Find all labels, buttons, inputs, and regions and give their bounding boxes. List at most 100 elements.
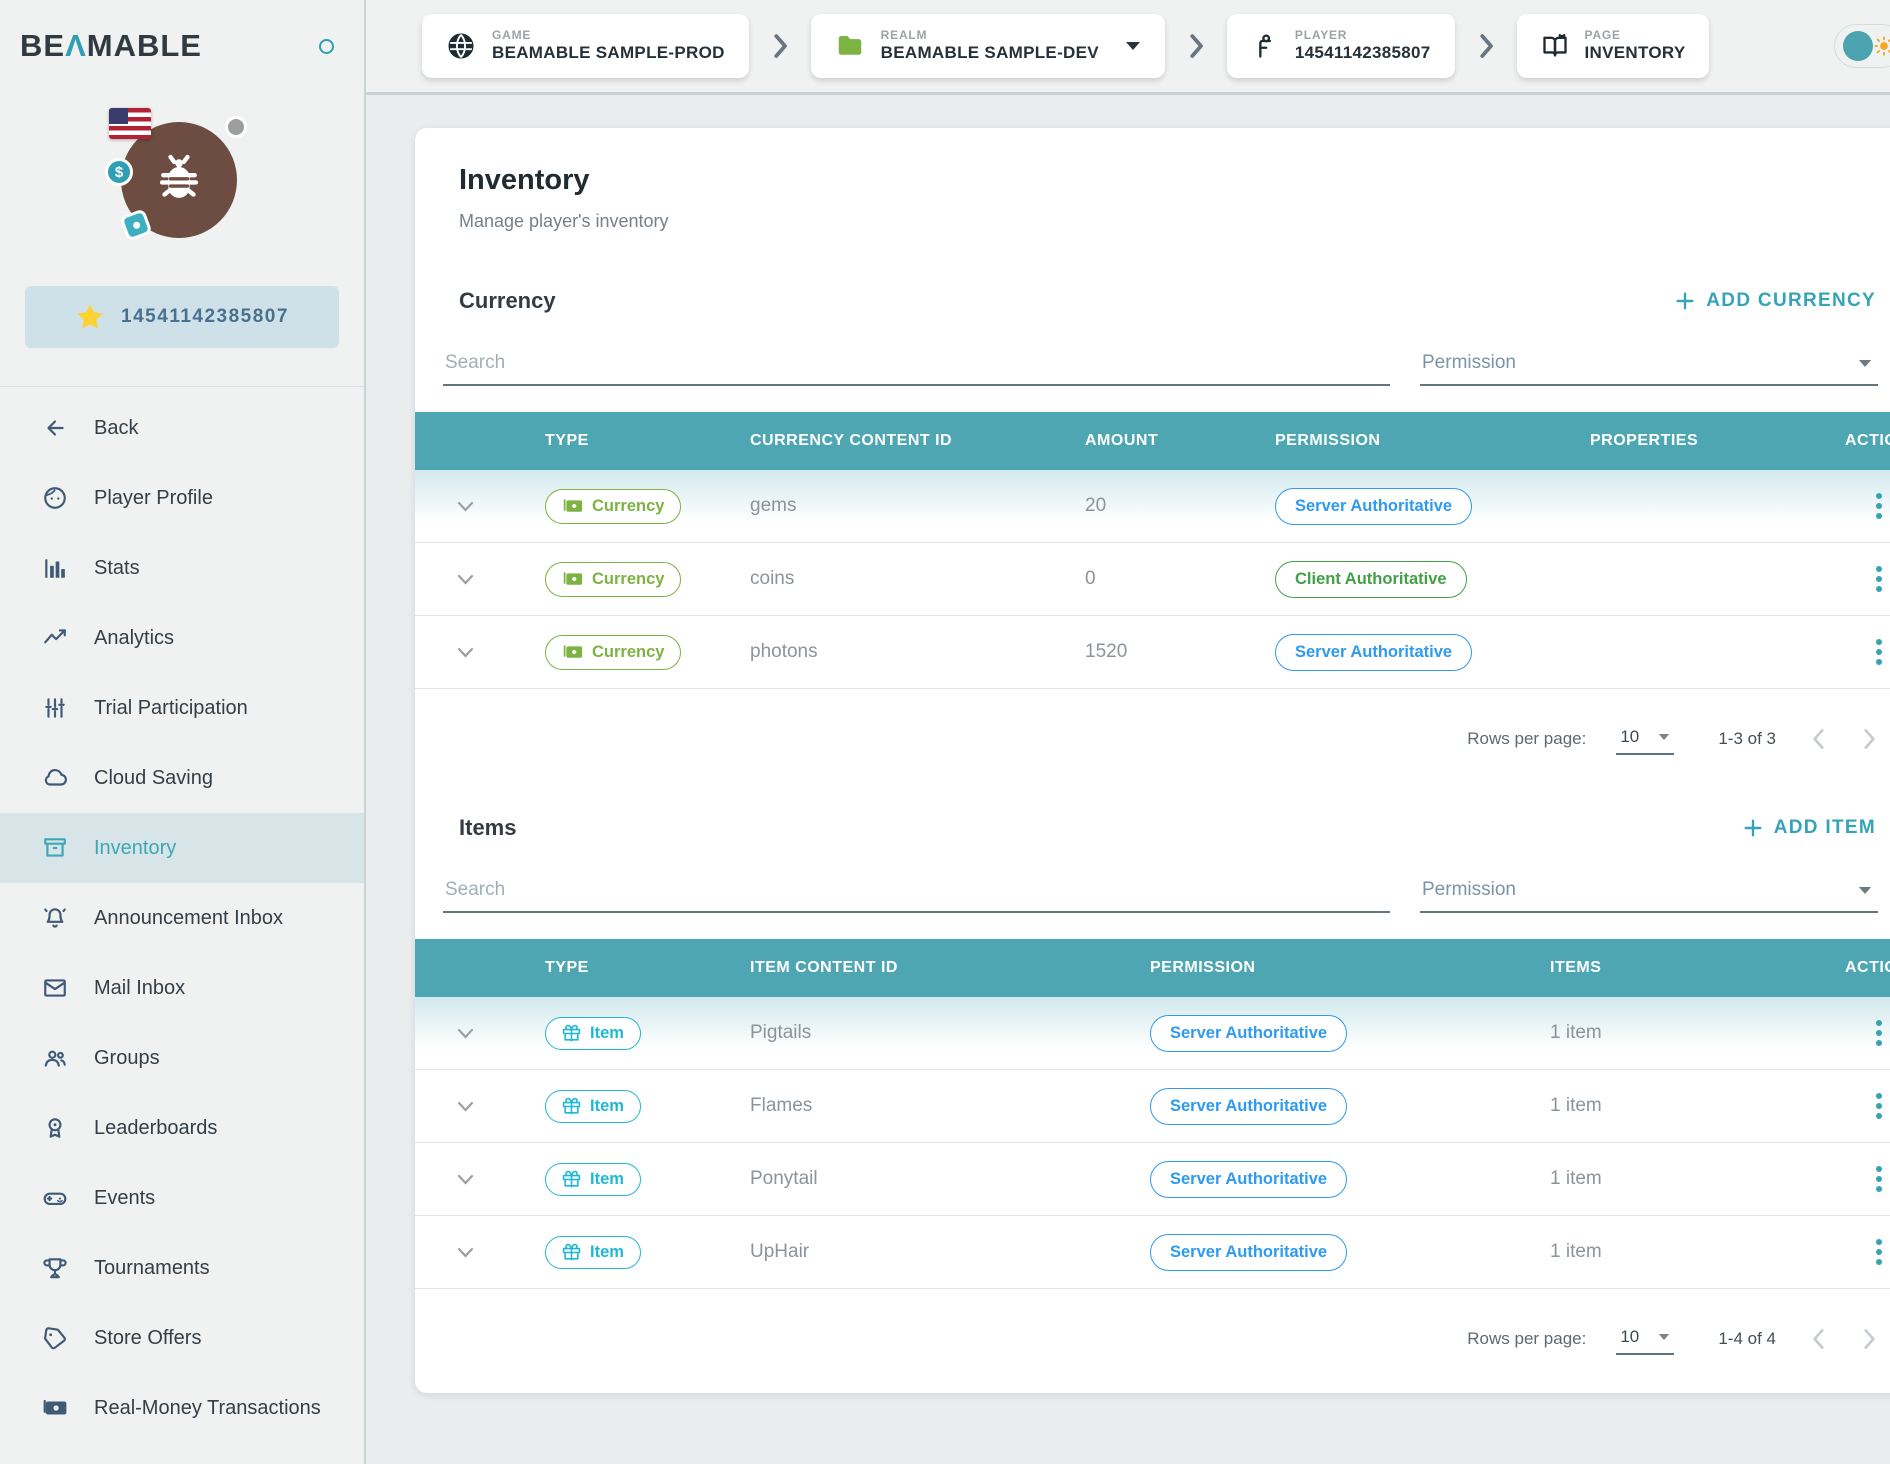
currency-section-heading: Currency xyxy=(459,288,556,314)
gift-icon xyxy=(562,1097,581,1116)
row-actions-menu-button[interactable] xyxy=(1815,1093,1890,1119)
chevron-right-icon xyxy=(1185,31,1207,61)
sidebar-item-back[interactable]: Back xyxy=(0,393,364,463)
permission-badge: Client Authoritative xyxy=(1275,561,1467,598)
row-actions-menu-button[interactable] xyxy=(1815,1020,1890,1046)
kebab-menu-icon xyxy=(1876,1166,1882,1192)
breadcrumb-realm[interactable]: REALM BEAMABLE SAMPLE-DEV xyxy=(811,14,1165,78)
theme-dark-dot xyxy=(1843,31,1873,61)
kebab-menu-icon xyxy=(1876,639,1882,665)
expand-row-button[interactable] xyxy=(415,647,515,658)
face-icon xyxy=(42,485,68,511)
caret-down-icon xyxy=(1858,886,1872,895)
chevron-down-icon xyxy=(457,501,474,512)
previous-page-button[interactable] xyxy=(1812,1326,1826,1352)
breadcrumb-page[interactable]: PAGE INVENTORY xyxy=(1517,14,1710,78)
star-icon xyxy=(75,302,105,332)
row-actions-menu-button[interactable] xyxy=(1815,1166,1890,1192)
caret-down-icon xyxy=(1658,1333,1670,1341)
items-permission-select[interactable]: Permission xyxy=(1420,871,1878,913)
currency-content-id: photons xyxy=(720,641,1055,663)
sidebar-item-stats[interactable]: Stats xyxy=(0,533,364,603)
item-content-id: Flames xyxy=(720,1095,1120,1117)
sidebar-item-store-offers[interactable]: Store Offers xyxy=(0,1303,364,1373)
sidebar-item-cloud-saving[interactable]: Cloud Saving xyxy=(0,743,364,813)
rows-per-page-label: Rows per page: xyxy=(1467,729,1586,749)
currency-table: TYPE CURRENCY CONTENT ID AMOUNT PERMISSI… xyxy=(415,412,1890,789)
kebab-menu-icon xyxy=(1876,1239,1882,1265)
currency-amount: 1520 xyxy=(1055,641,1245,663)
sidebar-item-announcement-inbox[interactable]: Announcement Inbox xyxy=(0,883,364,953)
currency-amount: 0 xyxy=(1055,568,1245,590)
theme-toggle[interactable] xyxy=(1834,24,1890,68)
caret-down-icon[interactable] xyxy=(1125,41,1141,51)
row-actions-menu-button[interactable] xyxy=(1815,493,1890,519)
sidebar-item-leaderboards[interactable]: Leaderboards xyxy=(0,1093,364,1163)
currency-type-chip: Currency xyxy=(545,489,681,524)
next-page-button[interactable] xyxy=(1862,1326,1876,1352)
arrow-left-icon xyxy=(42,415,68,441)
rows-per-page-select[interactable]: 10 xyxy=(1616,1323,1674,1355)
item-type-chip: Item xyxy=(545,1017,641,1050)
banknote-icon xyxy=(562,496,583,517)
chevron-left-icon xyxy=(1812,726,1826,752)
table-row: Currency gems 20 Server Authoritative xyxy=(415,470,1890,543)
player-avatar: $ xyxy=(107,108,257,258)
cloud-icon xyxy=(42,765,68,791)
expand-row-button[interactable] xyxy=(415,1247,515,1258)
item-count: 1 item xyxy=(1520,1241,1785,1263)
table-row: Item Ponytail Server Authoritative 1 ite… xyxy=(415,1143,1890,1216)
folder-icon xyxy=(835,31,865,61)
sidebar-item-trial-participation[interactable]: Trial Participation xyxy=(0,673,364,743)
breadcrumb-player[interactable]: PLAYER 14541142385807 xyxy=(1227,14,1455,78)
plus-icon xyxy=(1674,290,1696,312)
sidebar-item-analytics[interactable]: Analytics xyxy=(0,603,364,673)
currency-badge-icon: $ xyxy=(105,158,133,186)
sidebar-item-player-profile[interactable]: Player Profile xyxy=(0,463,364,533)
table-row: Currency coins 0 Client Authoritative xyxy=(415,543,1890,616)
row-actions-menu-button[interactable] xyxy=(1815,1239,1890,1265)
row-actions-menu-button[interactable] xyxy=(1815,639,1890,665)
items-section-heading: Items xyxy=(459,815,516,841)
pagination-range: 1-3 of 3 xyxy=(1718,729,1776,749)
expand-row-button[interactable] xyxy=(415,501,515,512)
permission-badge: Server Authoritative xyxy=(1150,1234,1347,1271)
beamable-logo: BEΛMABLE xyxy=(20,28,202,64)
content-area: Inventory Manage player's inventory Curr… xyxy=(366,95,1890,1464)
sidebar-item-real-money-transactions[interactable]: Real-Money Transactions xyxy=(0,1373,364,1443)
kebab-menu-icon xyxy=(1876,1093,1882,1119)
trend-line-icon xyxy=(42,625,68,651)
sidebar-item-tournaments[interactable]: Tournaments xyxy=(0,1233,364,1303)
currency-table-header: TYPE CURRENCY CONTENT ID AMOUNT PERMISSI… xyxy=(415,412,1890,470)
expand-row-button[interactable] xyxy=(415,1028,515,1039)
item-content-id: Pigtails xyxy=(720,1022,1120,1044)
expand-row-button[interactable] xyxy=(415,574,515,585)
table-row: Item Pigtails Server Authoritative 1 ite… xyxy=(415,997,1890,1070)
items-search-input[interactable] xyxy=(443,871,1390,913)
caret-down-icon xyxy=(1658,733,1670,741)
sidebar-item-groups[interactable]: Groups xyxy=(0,1023,364,1093)
chevron-down-icon xyxy=(457,647,474,658)
next-page-button[interactable] xyxy=(1862,726,1876,752)
row-actions-menu-button[interactable] xyxy=(1815,566,1890,592)
sliders-icon xyxy=(42,695,68,721)
sidebar-item-events[interactable]: Events xyxy=(0,1163,364,1233)
expand-row-button[interactable] xyxy=(415,1101,515,1112)
sidebar-item-mail-inbox[interactable]: Mail Inbox xyxy=(0,953,364,1023)
chevron-down-icon xyxy=(457,1028,474,1039)
currency-search-input[interactable] xyxy=(443,344,1390,386)
add-currency-button[interactable]: ADD CURRENCY xyxy=(1674,290,1876,312)
add-item-button[interactable]: ADD ITEM xyxy=(1742,817,1876,839)
currency-permission-select[interactable]: Permission xyxy=(1420,344,1878,386)
breadcrumb-game[interactable]: GAME BEAMABLE SAMPLE-PROD xyxy=(422,14,749,78)
bug-icon xyxy=(150,151,208,209)
item-content-id: UpHair xyxy=(720,1241,1120,1263)
chevron-right-icon xyxy=(1862,1326,1876,1352)
items-table-header: TYPE ITEM CONTENT ID PERMISSION ITEMS AC… xyxy=(415,939,1890,997)
sidebar-item-inventory[interactable]: Inventory xyxy=(0,813,364,883)
previous-page-button[interactable] xyxy=(1812,726,1826,752)
rows-per-page-select[interactable]: 10 xyxy=(1616,723,1674,755)
item-count: 1 item xyxy=(1520,1095,1785,1117)
expand-row-button[interactable] xyxy=(415,1174,515,1185)
pagination-range: 1-4 of 4 xyxy=(1718,1329,1776,1349)
